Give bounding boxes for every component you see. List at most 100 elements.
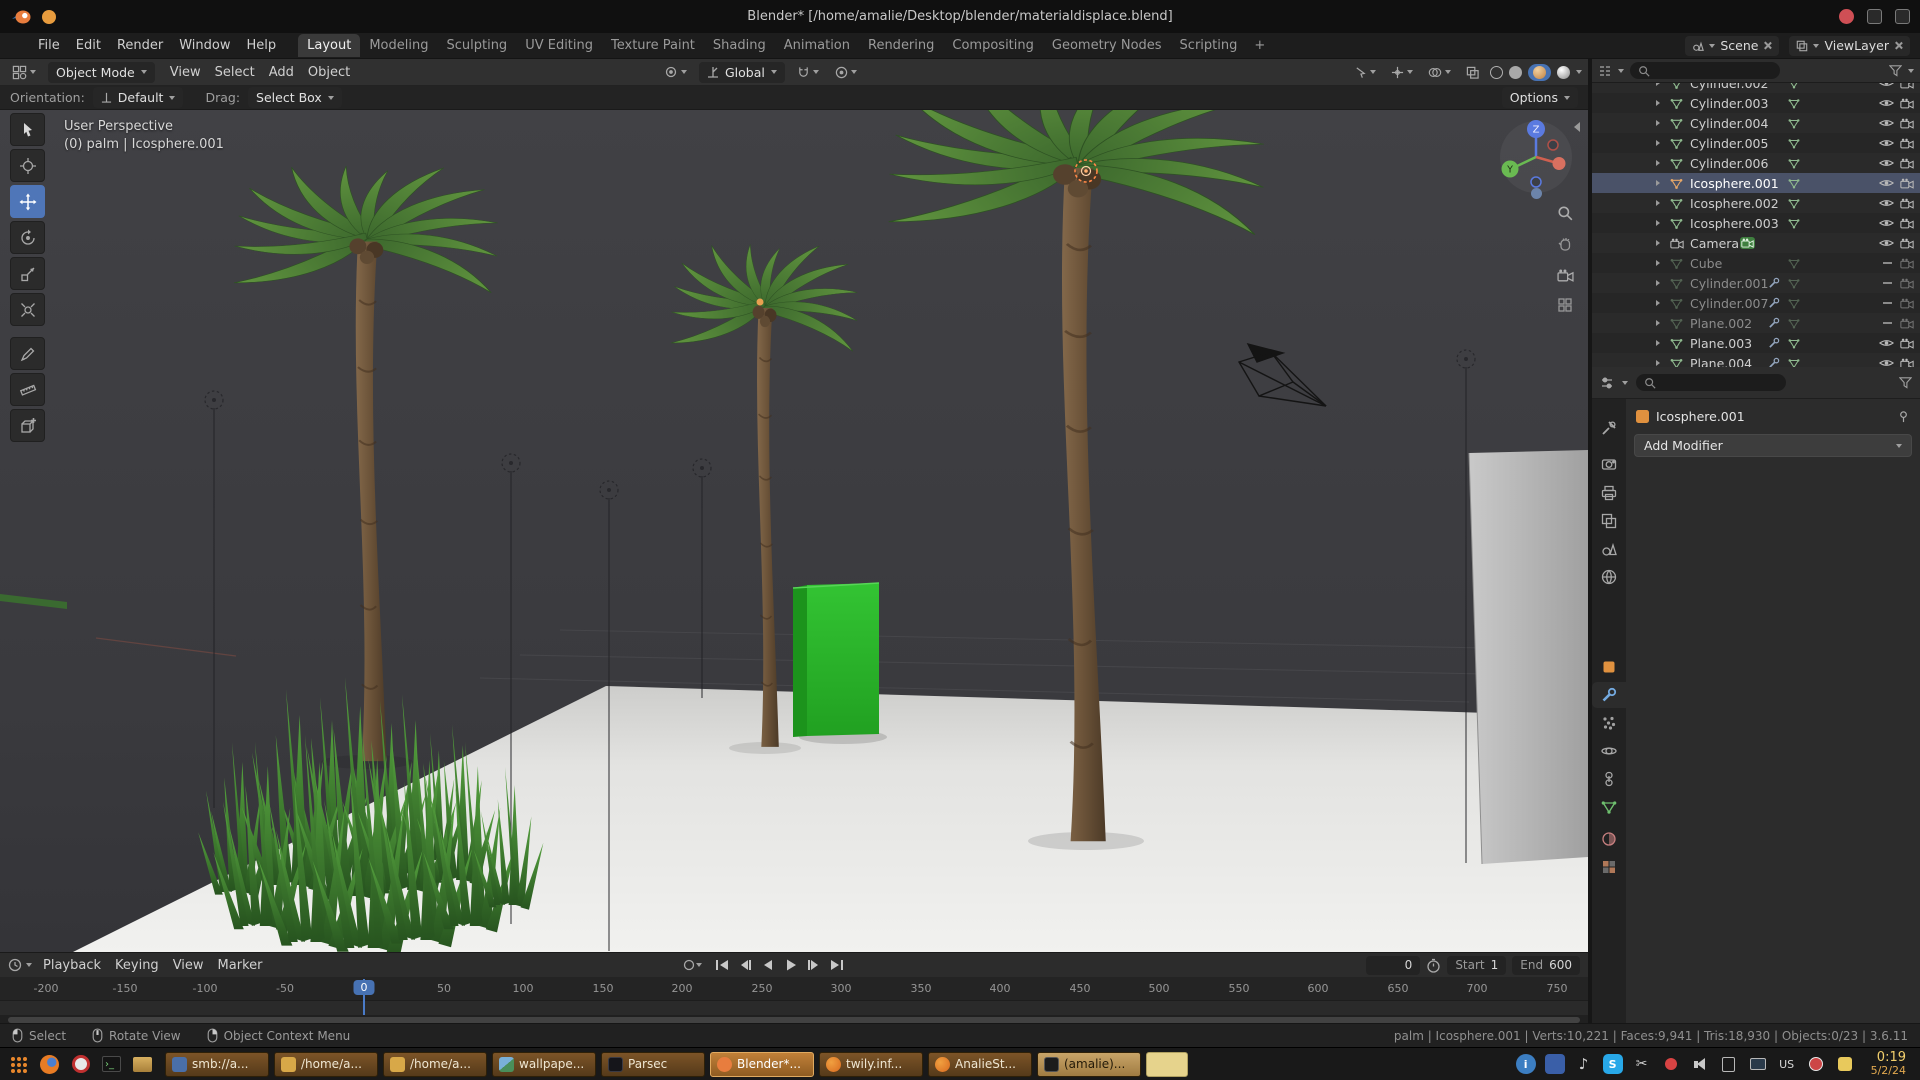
playhead-frame-badge[interactable]: 0 bbox=[354, 980, 375, 995]
outliner-row[interactable]: Cylinder.006 bbox=[1592, 153, 1920, 173]
render-visibility-icon[interactable] bbox=[1900, 278, 1914, 289]
expand-arrow-icon[interactable] bbox=[1656, 140, 1660, 146]
hide-toggle-icon[interactable] bbox=[1879, 118, 1894, 128]
workspace-tab[interactable]: Sculpting bbox=[437, 34, 516, 57]
properties-tab-particles[interactable] bbox=[1592, 710, 1626, 736]
pan-hand-button[interactable] bbox=[1552, 231, 1578, 257]
timeline-editor-icon[interactable] bbox=[8, 958, 22, 972]
taskbar-window-button[interactable]: /home/a... bbox=[383, 1052, 487, 1077]
render-visibility-icon[interactable] bbox=[1900, 258, 1914, 269]
taskbar-window-button[interactable]: wallpape... bbox=[492, 1052, 596, 1077]
shading-material-button[interactable] bbox=[1528, 64, 1551, 81]
measure-tool[interactable] bbox=[10, 373, 45, 406]
properties-tab-world[interactable] bbox=[1592, 564, 1626, 590]
window-maximize-button[interactable] bbox=[1867, 9, 1882, 24]
annotate-tool[interactable] bbox=[10, 337, 45, 370]
pin-icon[interactable] bbox=[1897, 410, 1910, 423]
expand-arrow-icon[interactable] bbox=[1656, 240, 1660, 246]
drag-setting-dropdown[interactable]: Select Box bbox=[248, 87, 342, 108]
expand-arrow-icon[interactable] bbox=[1656, 160, 1660, 166]
prev-keyframe-button[interactable] bbox=[735, 956, 755, 974]
rotate-tool[interactable] bbox=[10, 221, 45, 254]
expand-arrow-icon[interactable] bbox=[1656, 220, 1660, 226]
properties-tab-material[interactable] bbox=[1592, 826, 1626, 852]
properties-tab-render[interactable] bbox=[1592, 451, 1626, 477]
add-cube-tool[interactable] bbox=[10, 409, 45, 442]
tray-icon[interactable]: S bbox=[1603, 1054, 1623, 1074]
shading-wireframe-button[interactable] bbox=[1490, 66, 1503, 79]
play-button[interactable] bbox=[781, 956, 801, 974]
file-manager-launcher[interactable] bbox=[130, 1052, 155, 1077]
tray-icon[interactable] bbox=[1748, 1054, 1768, 1074]
navigation-gizmo[interactable]: Z Y bbox=[1496, 116, 1576, 196]
workspace-tab[interactable]: Modeling bbox=[360, 34, 437, 57]
outliner-row[interactable]: Cylinder.001 bbox=[1592, 273, 1920, 293]
hide-toggle-icon[interactable] bbox=[1879, 218, 1894, 228]
timeline-menu[interactable]: Marker bbox=[211, 958, 270, 973]
hide-toggle-icon[interactable] bbox=[1879, 138, 1894, 148]
expand-arrow-icon[interactable] bbox=[1656, 360, 1660, 366]
clock[interactable]: 0:19 5/2/24 bbox=[1871, 1051, 1906, 1077]
hide-toggle-icon[interactable] bbox=[1879, 98, 1894, 108]
outliner-editor-icon[interactable] bbox=[1598, 64, 1612, 78]
orthographic-toggle-button[interactable] bbox=[1552, 292, 1578, 318]
expand-arrow-icon[interactable] bbox=[1656, 120, 1660, 126]
next-keyframe-button[interactable] bbox=[804, 956, 824, 974]
hide-toggle-icon[interactable] bbox=[1879, 178, 1894, 188]
filter-icon[interactable] bbox=[1899, 376, 1912, 389]
properties-tab-scene[interactable] bbox=[1592, 536, 1626, 562]
hidden-dash-icon[interactable] bbox=[1883, 282, 1892, 284]
viewlayer-selector[interactable]: ViewLayer bbox=[1789, 36, 1910, 56]
timeline-menu[interactable]: View bbox=[166, 958, 211, 973]
viewport-menu[interactable]: View bbox=[163, 65, 208, 80]
properties-tab-output[interactable] bbox=[1592, 480, 1626, 506]
outliner-row[interactable]: Camera bbox=[1592, 233, 1920, 253]
topbar-menu[interactable]: File bbox=[30, 38, 68, 53]
filter-icon[interactable] bbox=[1889, 64, 1902, 77]
options-dropdown[interactable]: Options bbox=[1502, 87, 1578, 108]
timeline-menu[interactable]: Playback bbox=[36, 958, 108, 973]
auto-key-button[interactable] bbox=[682, 958, 702, 972]
workspace-tab[interactable]: Texture Paint bbox=[602, 34, 704, 57]
move-tool[interactable] bbox=[10, 185, 45, 218]
properties-tab-object[interactable] bbox=[1592, 654, 1626, 680]
selectability-button[interactable] bbox=[1350, 62, 1380, 83]
taskbar-window-button[interactable]: Parsec bbox=[601, 1052, 705, 1077]
topbar-menu[interactable]: Window bbox=[171, 38, 238, 53]
properties-tab-tool[interactable] bbox=[1592, 415, 1626, 441]
expand-arrow-icon[interactable] bbox=[1656, 260, 1660, 266]
properties-tab-viewlayer[interactable] bbox=[1592, 508, 1626, 534]
end-frame-field[interactable]: End600 bbox=[1512, 956, 1580, 975]
outliner-row[interactable]: Cylinder.005 bbox=[1592, 133, 1920, 153]
taskbar-window-button[interactable]: smb://a... bbox=[165, 1052, 269, 1077]
render-visibility-icon[interactable] bbox=[1900, 158, 1914, 169]
timeline-ruler[interactable]: -200-150-100-500501001502002503003504004… bbox=[0, 977, 1588, 1001]
play-reverse-button[interactable] bbox=[758, 956, 778, 974]
gizmos-button[interactable] bbox=[1387, 62, 1417, 83]
orientation-setting-dropdown[interactable]: Default bbox=[93, 87, 184, 108]
terminal-launcher[interactable]: ›_ bbox=[99, 1052, 124, 1077]
hide-toggle-icon[interactable] bbox=[1879, 358, 1894, 367]
applications-menu-button[interactable] bbox=[6, 1052, 31, 1077]
workspace-tab[interactable]: Geometry Nodes bbox=[1043, 34, 1171, 57]
outliner-row[interactable]: Icosphere.003 bbox=[1592, 213, 1920, 233]
hidden-dash-icon[interactable] bbox=[1883, 302, 1892, 304]
outliner-row[interactable]: Icosphere.001 bbox=[1592, 173, 1920, 193]
current-frame-field[interactable]: 0 bbox=[1366, 956, 1420, 975]
topbar-menu[interactable]: Edit bbox=[68, 38, 109, 53]
remove-viewlayer-icon[interactable] bbox=[1894, 41, 1903, 50]
tray-icon[interactable] bbox=[1690, 1054, 1710, 1074]
jump-to-start-button[interactable] bbox=[712, 956, 732, 974]
camera-view-button[interactable] bbox=[1552, 262, 1578, 288]
firefox-launcher[interactable] bbox=[37, 1052, 62, 1077]
tray-icon[interactable] bbox=[1806, 1054, 1826, 1074]
outliner-row[interactable]: Plane.002 bbox=[1592, 313, 1920, 333]
snap-toggle-button[interactable] bbox=[793, 62, 823, 83]
scale-tool[interactable] bbox=[10, 257, 45, 290]
expand-arrow-icon[interactable] bbox=[1656, 300, 1660, 306]
workspace-tab[interactable]: Animation bbox=[775, 34, 859, 57]
jump-to-end-button[interactable] bbox=[827, 956, 847, 974]
expand-arrow-icon[interactable] bbox=[1656, 180, 1660, 186]
active-camera-icon[interactable] bbox=[1740, 237, 1755, 249]
render-visibility-icon[interactable] bbox=[1900, 298, 1914, 309]
